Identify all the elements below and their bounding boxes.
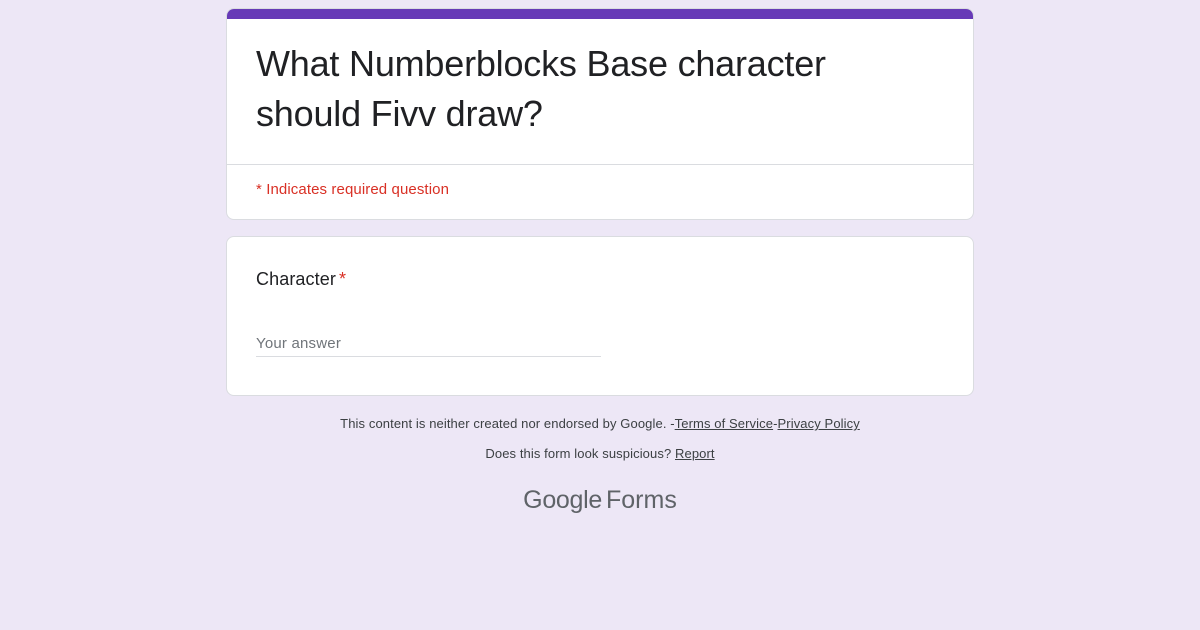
question-card: Character * [226,236,974,396]
header-divider [227,164,973,165]
answer-input[interactable] [256,331,601,357]
privacy-policy-link[interactable]: Privacy Policy [778,416,860,431]
form-title: What Numberblocks Base character should … [256,43,826,134]
forms-wordmark: Forms [606,486,677,514]
suspicious-text: Does this form look suspicious? [485,446,672,461]
terms-of-service-link[interactable]: Terms of Service [675,416,773,431]
disclaimer-text: This content is neither created nor endo… [340,416,675,431]
google-wordmark: Google [523,486,602,514]
form-header-card: What Numberblocks Base character should … [226,8,974,220]
required-question-note: * Indicates required question [256,181,450,198]
question-title: Character [256,269,336,289]
footer-disclaimer: This content is neither created nor endo… [0,416,1200,431]
question-label: Character * [256,269,346,290]
required-asterisk: * [338,269,347,289]
report-link[interactable]: Report [675,446,715,461]
accent-bar [227,9,973,19]
footer-report: Does this form look suspicious? Report [0,446,1200,461]
form-page: What Numberblocks Base character should … [0,0,1200,630]
google-forms-logo[interactable]: Google Forms [0,486,1200,515]
